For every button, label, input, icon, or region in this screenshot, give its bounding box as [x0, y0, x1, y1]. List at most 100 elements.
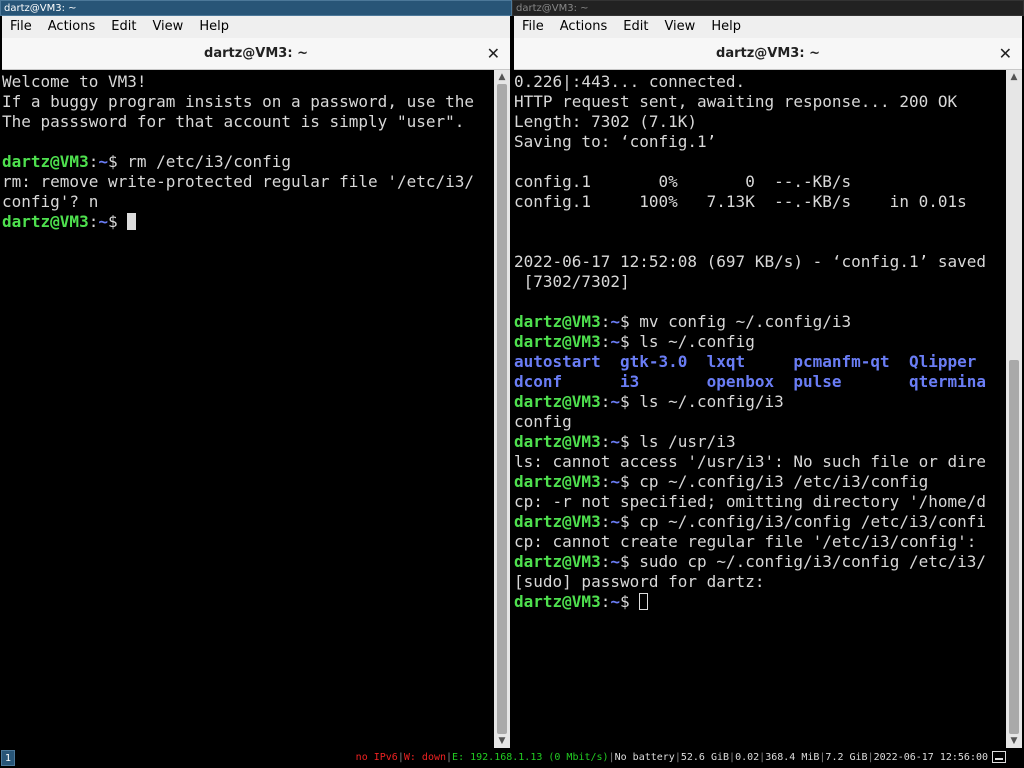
terminal-line: dartz@VM3:~$ rm /etc/i3/config: [2, 152, 494, 172]
terminal-text: $ ls /usr/i3: [619, 432, 736, 451]
scrollbar-thumb[interactable]: [497, 84, 507, 734]
terminal-text: :: [600, 592, 611, 611]
prompt-path: ~: [610, 312, 620, 331]
tab-title[interactable]: dartz@VM3: ~: [2, 38, 510, 70]
close-tab-icon[interactable]: ✕: [999, 38, 1012, 70]
terminal-line: dartz@VM3:~$ mv config ~/.config/i3: [514, 312, 1006, 332]
terminal-text: $ ls ~/.config/i3: [619, 392, 784, 411]
terminal-text: :: [600, 312, 611, 331]
terminal-text: Saving to: ‘config.1’: [514, 132, 717, 151]
prompt-path: ~: [98, 152, 108, 171]
terminal-text: rm: remove write-protected regular file …: [2, 172, 475, 191]
terminal-window-left[interactable]: dartz@VM3: ~ File Actions Edit View Help…: [0, 0, 512, 748]
scrollbar-thumb[interactable]: [1009, 360, 1019, 734]
terminal-output[interactable]: Welcome to VM3! If a buggy program insist…: [2, 70, 494, 748]
terminal-text: Length: 7302 (7.1K): [514, 112, 698, 131]
terminal-text: 2022-06-17 12:52:08 (697 KB/s) - ‘config…: [514, 252, 987, 271]
menu-bar: File Actions Edit View Help: [514, 16, 1022, 38]
terminal-output[interactable]: 0.226|:443... connected. HTTP request sen…: [514, 70, 1006, 748]
terminal-text: If a buggy program insists on a password…: [2, 92, 475, 111]
tab-bar: dartz@VM3: ~ ✕: [2, 38, 510, 70]
terminal-text: cp: cannot create regular file '/etc/i3/…: [514, 532, 977, 551]
terminal-text: [7302/7302]: [514, 272, 630, 291]
text-cursor: [127, 213, 137, 230]
terminal-line: Saving to: ‘config.1’: [514, 132, 1006, 152]
terminal-line: Length: 7302 (7.1K): [514, 112, 1006, 132]
menu-edit[interactable]: Edit: [615, 16, 656, 38]
status-item: W: down: [403, 752, 447, 763]
terminal-text: cp: -r not specified; omitting directory…: [514, 492, 987, 511]
terminal-line: rm: remove write-protected regular file …: [2, 172, 494, 192]
terminal-window-right[interactable]: dartz@VM3: ~ File Actions Edit View Help…: [512, 0, 1024, 748]
terminal-text: $ mv config ~/.config/i3: [619, 312, 852, 331]
menu-file[interactable]: File: [514, 16, 552, 38]
terminal-line: dartz@VM3:~$ ls /usr/i3: [514, 432, 1006, 452]
menu-actions[interactable]: Actions: [552, 16, 616, 38]
menu-help[interactable]: Help: [191, 16, 237, 38]
prompt-user: dartz@VM3: [514, 332, 601, 351]
terminal-line: The passsword for that account is simply…: [2, 112, 494, 132]
terminal-text: [sudo] password for dartz:: [514, 572, 765, 591]
terminal-text: autostart gtk-3.0 lxqt pcmanfm-qt Qlippe…: [514, 352, 977, 371]
menu-actions[interactable]: Actions: [40, 16, 104, 38]
terminal-text: The passsword for that account is simply…: [2, 112, 465, 131]
prompt-user: dartz@VM3: [514, 552, 601, 571]
menu-edit[interactable]: Edit: [103, 16, 144, 38]
scroll-down-arrow-icon[interactable]: ▼: [494, 734, 510, 748]
terminal-line: cp: cannot create regular file '/etc/i3/…: [514, 532, 1006, 552]
scrollbar[interactable]: ▲ ▼: [494, 70, 510, 748]
terminal-line: Welcome to VM3!: [2, 72, 494, 92]
prompt-user: dartz@VM3: [514, 472, 601, 491]
status-item: 7.2 GiB: [825, 752, 868, 763]
prompt-user: dartz@VM3: [2, 152, 89, 171]
close-tab-icon[interactable]: ✕: [487, 38, 500, 70]
status-item: 2022-06-17 12:56:00: [873, 752, 988, 763]
menu-view[interactable]: View: [656, 16, 703, 38]
status-item: E: 192.168.1.13 (0 Mbit/s): [452, 752, 609, 763]
workspace-button[interactable]: 1: [1, 750, 15, 766]
terminal-line: 2022-06-17 12:52:08 (697 KB/s) - ‘config…: [514, 252, 1006, 272]
tab-title[interactable]: dartz@VM3: ~: [514, 38, 1022, 70]
prompt-path: ~: [610, 552, 620, 571]
scrollbar[interactable]: ▲ ▼: [1006, 70, 1022, 748]
qterminal-frame: File Actions Edit View Help dartz@VM3: ~…: [514, 16, 1022, 748]
terminal-line: cp: -r not specified; omitting directory…: [514, 492, 1006, 512]
prompt-path: ~: [610, 392, 620, 411]
terminal-line: [sudo] password for dartz:: [514, 572, 1006, 592]
terminal-lines: 0.226|:443... connected. HTTP request sen…: [514, 72, 1006, 612]
terminal-line: dconf i3 openbox pulse qtermina: [514, 372, 1006, 392]
terminal-lines: Welcome to VM3! If a buggy program insist…: [2, 72, 494, 232]
prompt-user: dartz@VM3: [514, 312, 601, 331]
scroll-up-arrow-icon[interactable]: ▲: [1006, 70, 1022, 84]
terminal-text: :: [600, 552, 611, 571]
terminal-line: HTTP request sent, awaiting response... …: [514, 92, 1006, 112]
terminal-text: HTTP request sent, awaiting response... …: [514, 92, 958, 111]
scroll-down-arrow-icon[interactable]: ▼: [1006, 734, 1022, 748]
terminal-text: :: [600, 512, 611, 531]
scroll-up-arrow-icon[interactable]: ▲: [494, 70, 510, 84]
terminal-line: autostart gtk-3.0 lxqt pcmanfm-qt Qlippe…: [514, 352, 1006, 372]
terminal-line: dartz@VM3:~$: [2, 212, 494, 232]
text-cursor: [639, 593, 649, 610]
window-icon[interactable]: [992, 751, 1006, 763]
terminal-line: dartz@VM3:~$ ls ~/.config/i3: [514, 392, 1006, 412]
menu-file[interactable]: File: [2, 16, 40, 38]
menu-help[interactable]: Help: [703, 16, 749, 38]
terminal-line: [7302/7302]: [514, 272, 1006, 292]
terminal-line: If a buggy program insists on a password…: [2, 92, 494, 112]
terminal-text: :: [600, 432, 611, 451]
prompt-user: dartz@VM3: [514, 432, 601, 451]
prompt-path: ~: [610, 432, 620, 451]
terminal-text: :: [88, 152, 99, 171]
terminal-line: dartz@VM3:~$ sudo cp ~/.config/i3/config…: [514, 552, 1006, 572]
terminal-text: $: [107, 212, 128, 231]
prompt-path: ~: [610, 472, 620, 491]
terminal-line: dartz@VM3:~$ cp ~/.config/i3/config /etc…: [514, 512, 1006, 532]
prompt-path: ~: [610, 332, 620, 351]
menu-view[interactable]: View: [144, 16, 191, 38]
